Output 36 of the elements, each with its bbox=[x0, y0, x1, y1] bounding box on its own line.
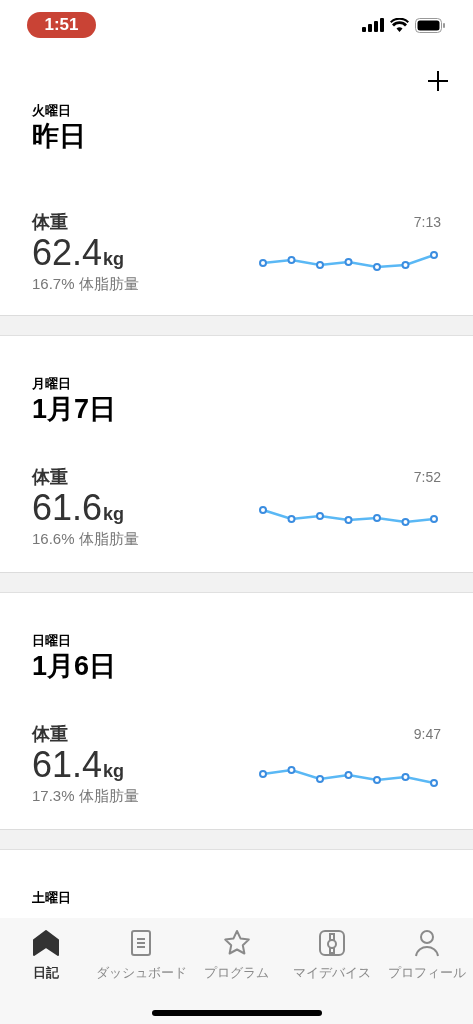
tab-item[interactable]: 日記 bbox=[0, 928, 92, 983]
weekday-label: 月曜日 bbox=[32, 376, 72, 392]
wifi-icon bbox=[390, 18, 409, 32]
status-time: 1:51 bbox=[27, 12, 96, 38]
tab-item[interactable]: ダッシュボード bbox=[95, 928, 188, 983]
add-icon[interactable] bbox=[427, 70, 449, 92]
metric-label: 体重 bbox=[32, 211, 69, 233]
home-icon bbox=[31, 928, 61, 958]
measurement-time: 9:47 bbox=[413, 725, 441, 744]
weight-unit: kg bbox=[103, 503, 125, 526]
date-title: 昨日 bbox=[32, 120, 87, 153]
metric-label: 体重 bbox=[32, 723, 69, 745]
signal-icon bbox=[362, 18, 384, 32]
weight-value: 61.4 bbox=[32, 745, 103, 785]
date-title: 1月7日 bbox=[32, 393, 118, 426]
weight-value: 61.6 bbox=[32, 488, 103, 528]
weekday-label: 火曜日 bbox=[32, 103, 72, 119]
body-fat-text: 16.7% 体脂肪量 bbox=[32, 274, 139, 294]
person-icon bbox=[412, 928, 442, 958]
body-fat-text: 16.6% 体脂肪量 bbox=[32, 529, 139, 549]
tab-item[interactable]: プロフィール bbox=[381, 928, 473, 983]
body-fat-text: 17.3% 体脂肪量 bbox=[32, 786, 139, 806]
weekday-label: 土曜日 bbox=[32, 890, 72, 906]
star-icon bbox=[221, 928, 252, 958]
date-title: 1月6日 bbox=[32, 650, 118, 683]
weekday-label: 日曜日 bbox=[32, 633, 72, 649]
weight-value: 62.4 bbox=[32, 233, 103, 273]
tab-item[interactable]: マイデバイス bbox=[285, 928, 378, 983]
weight-unit: kg bbox=[103, 760, 125, 783]
measurement-time: 7:52 bbox=[413, 468, 441, 487]
watch-icon bbox=[316, 928, 347, 958]
tab-item[interactable]: プログラム bbox=[190, 928, 283, 983]
metric-label: 体重 bbox=[32, 466, 69, 488]
weight-unit: kg bbox=[103, 248, 125, 271]
battery-icon bbox=[415, 17, 445, 33]
measurement-time: 7:13 bbox=[413, 213, 441, 232]
